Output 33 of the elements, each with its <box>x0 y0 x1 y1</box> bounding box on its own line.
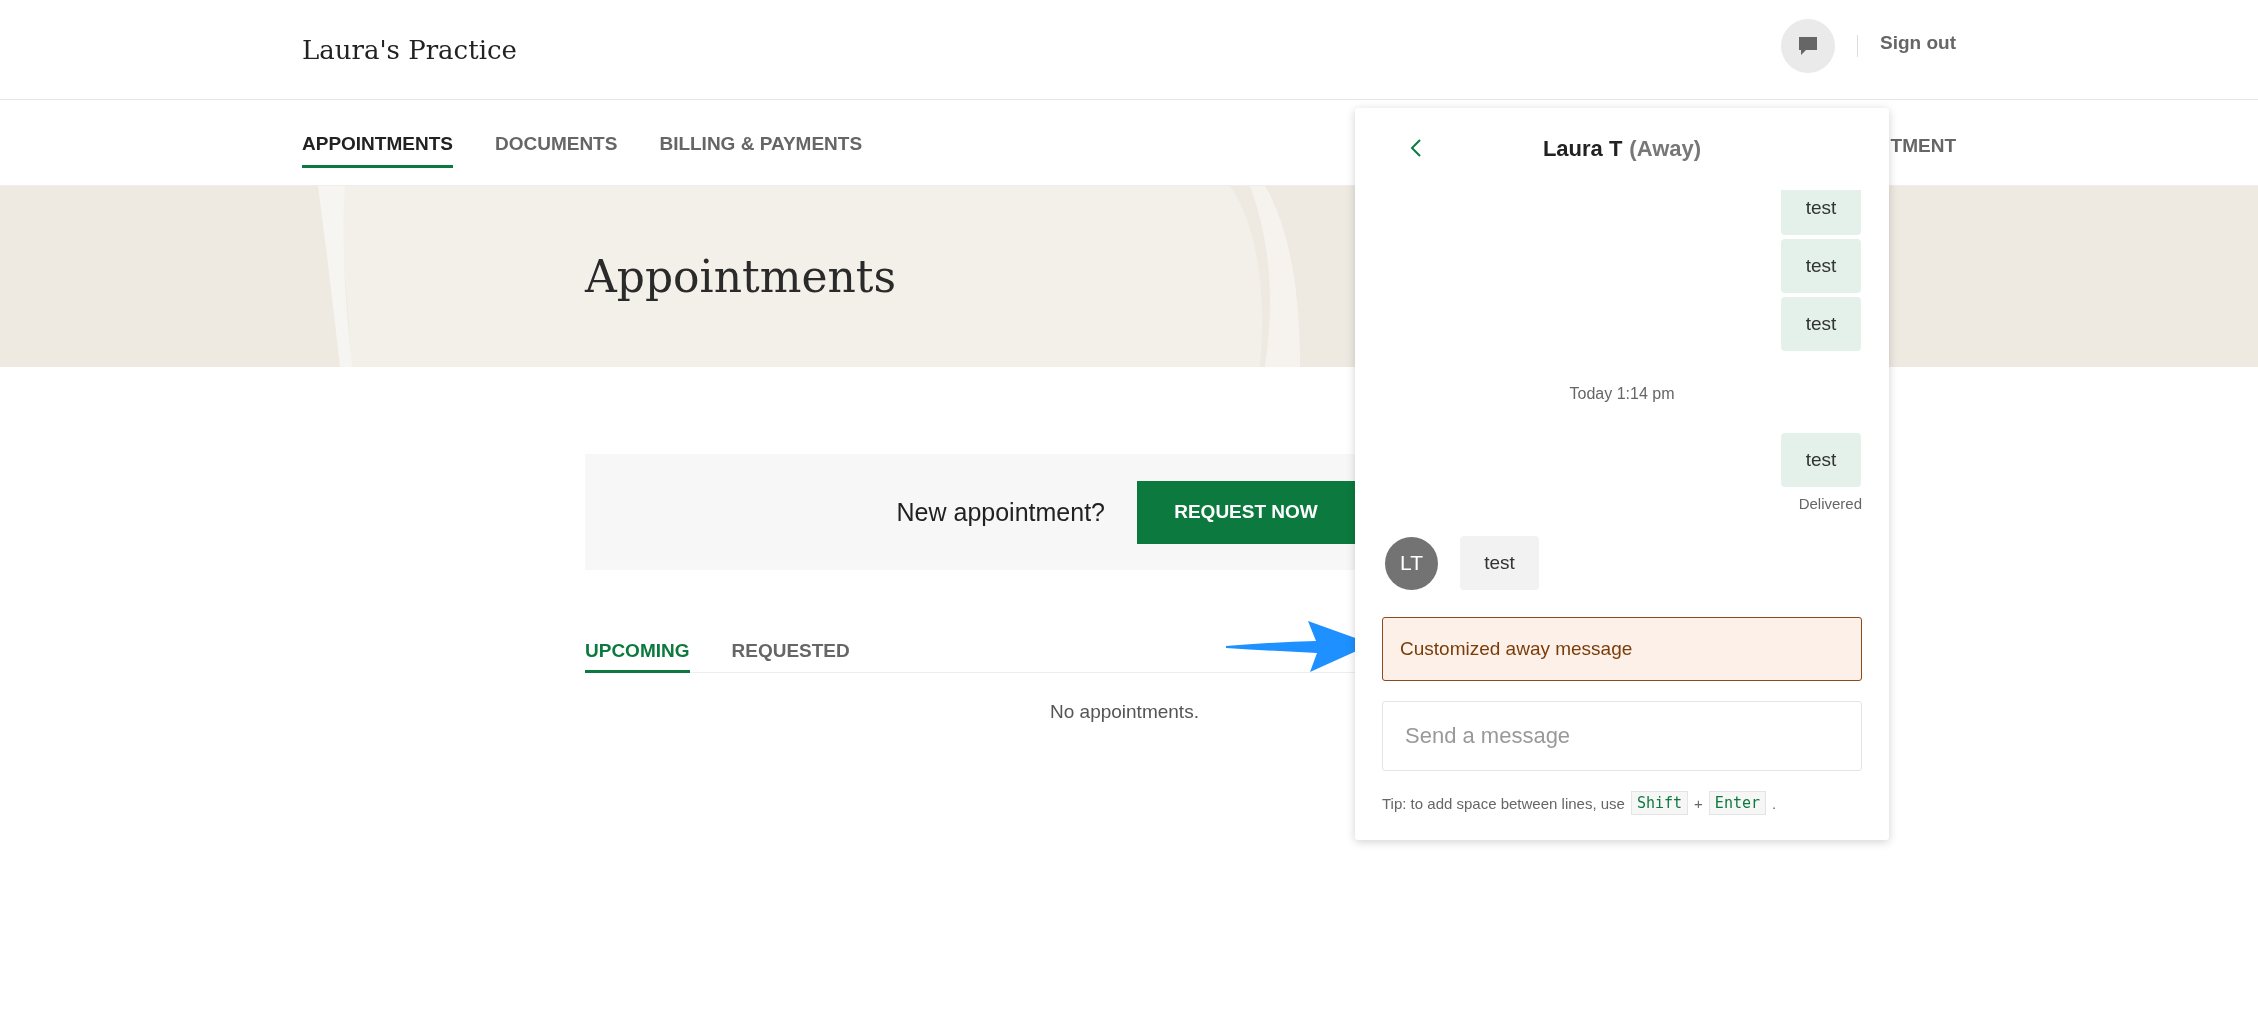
sent-message: test <box>1781 190 1861 235</box>
contact-name: Laura T <box>1542 136 1623 162</box>
avatar: LT <box>1385 536 1438 590</box>
key-hint: Enter <box>1708 791 1766 815</box>
sign-out-link[interactable]: Sign out <box>1880 31 1956 54</box>
empty-message: No appointments. <box>1049 701 1200 723</box>
away-message: Customized away message <box>1382 617 1862 681</box>
request-prompt: New appointment? <box>896 497 1105 527</box>
message-input[interactable]: Send a message <box>1382 701 1862 771</box>
sent-message: test <box>1781 433 1861 487</box>
chevron-left-icon <box>1410 138 1422 158</box>
tip-text: + <box>1694 794 1703 812</box>
speech-bubble-icon <box>1797 34 1819 57</box>
delivery-status: Delivered <box>1797 495 1862 512</box>
nav-tab[interactable]: BILLING & PAYMENTS <box>659 121 863 168</box>
appointment-tab[interactable]: UPCOMING <box>585 640 690 673</box>
key-hint: Shift <box>1630 791 1689 815</box>
nav-tab[interactable]: APPOINTMENTS <box>302 121 453 168</box>
request-now-button[interactable]: REQUEST NOW <box>1137 480 1355 544</box>
timestamp: Today 1:14 pm <box>1568 385 1676 403</box>
sent-message: test <box>1781 239 1861 293</box>
received-message: test <box>1460 536 1539 590</box>
nav-tab[interactable]: DOCUMENTS <box>494 121 618 168</box>
tip-text: . <box>1772 794 1777 812</box>
page-title: Appointments <box>585 251 897 302</box>
appointment-tab[interactable]: REQUESTED <box>731 640 850 673</box>
back-button[interactable] <box>1410 138 1422 158</box>
contact-status: (Away) <box>1629 136 1702 162</box>
chat-button[interactable] <box>1781 18 1835 73</box>
tip-text: Tip: to add space between lines, use <box>1382 794 1625 812</box>
nav-link[interactable]: TMENT <box>1890 122 1956 167</box>
practice-name: Laura's Practice <box>302 34 517 65</box>
sent-message: test <box>1781 297 1861 351</box>
